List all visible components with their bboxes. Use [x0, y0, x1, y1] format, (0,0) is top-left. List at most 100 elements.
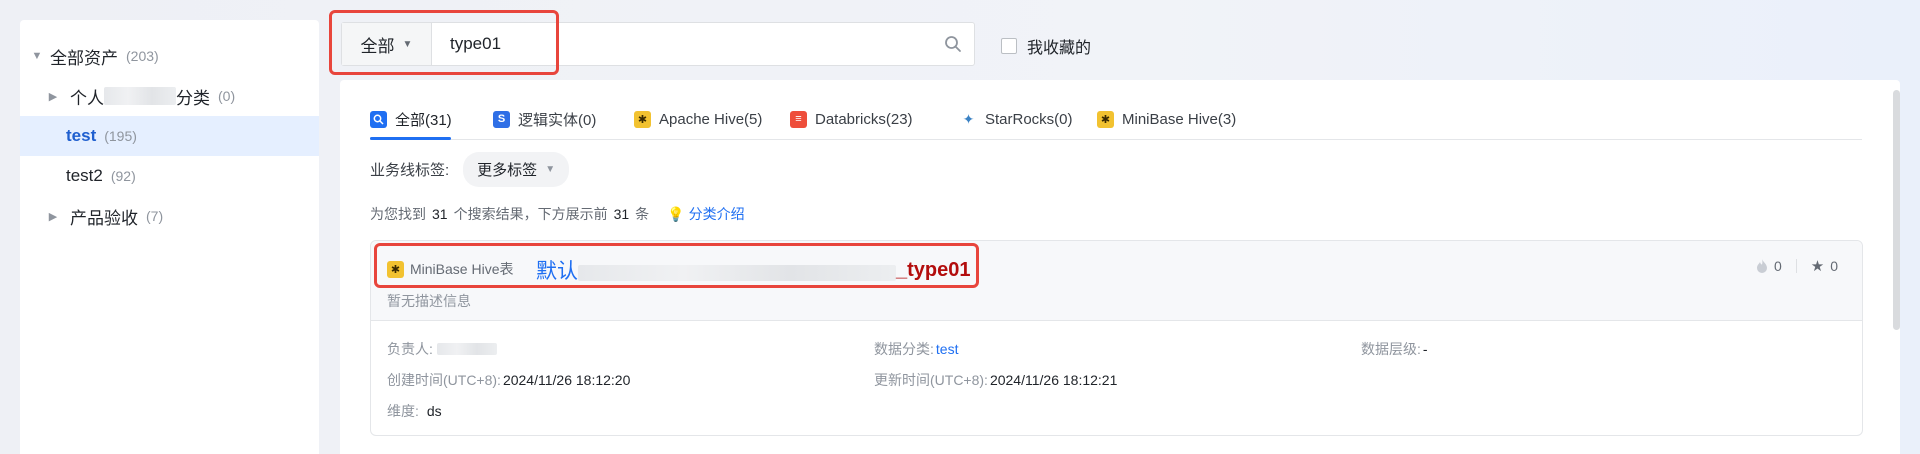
tree-item-label: test2 [66, 166, 103, 185]
tree-item-label: 产品验收 [70, 208, 138, 228]
hive-icon: ✱ [1097, 110, 1114, 128]
created-field: 创建时间(UTC+8): 2024/11/26 18:12:20 [387, 370, 630, 390]
tag-filter: 业务线标签: 更多标签 ▼ [370, 152, 570, 187]
result-summary: 为您找到 31 个搜索结果，下方展示前 31 条 💡 分类介绍 [370, 204, 745, 224]
hot-stat: 0 [1756, 258, 1782, 274]
logical-entity-icon: S [493, 110, 510, 128]
checkbox-box[interactable] [1001, 38, 1017, 54]
created-label: 创建时间(UTC+8): [387, 372, 501, 388]
owner-field: 负责人: [387, 339, 497, 359]
star-count: 0 [1830, 258, 1838, 274]
asset-stats: 0 ★ 0 [1756, 257, 1838, 275]
owner-label: 负责人: [387, 341, 433, 357]
favorites-checkbox[interactable]: 我收藏的 [1001, 34, 1091, 58]
caret-right-icon[interactable]: ▶ [46, 90, 60, 103]
summary-text: 个搜索结果，下方展示前 [453, 206, 608, 222]
search-icon [370, 110, 387, 128]
tree-item-test2[interactable]: test2 (92) [20, 156, 319, 196]
dimension-label: 维度: [387, 403, 419, 419]
source-tabs: 全部(31) S 逻辑实体(0) ✱ Apache Hive(5) ≡ Data… [370, 80, 1862, 140]
dimension-field: 维度: ds [387, 401, 442, 421]
tree-item-label: test [66, 126, 97, 145]
active-tab-indicator [370, 137, 451, 140]
redacted-text [436, 343, 497, 355]
tab-logical-entity[interactable]: S 逻辑实体(0) [493, 108, 596, 130]
search-input[interactable] [432, 23, 932, 65]
scope-dropdown-value: 全部 [360, 36, 395, 56]
scope-dropdown[interactable]: 全部 ▼ [342, 23, 432, 65]
tree-item-count: (203) [126, 48, 159, 64]
summary-total: 31 [432, 206, 448, 222]
tree-item-all-assets[interactable]: ▼ 全部资产 (203) [20, 36, 319, 76]
star-icon[interactable]: ★ [1811, 257, 1824, 275]
lightbulb-icon: 💡 [667, 205, 685, 222]
asset-type-badge: ✱ MiniBase Hive表 [387, 259, 513, 279]
asset-description: 暂无描述信息 [387, 293, 471, 309]
caret-down-icon[interactable]: ▼ [30, 50, 44, 62]
tree-item-count: (0) [218, 88, 236, 104]
category-field: 数据分类: test [874, 339, 958, 359]
redacted-text [104, 87, 176, 105]
tab-databricks[interactable]: ≡ Databricks(23) [790, 108, 913, 130]
favorites-label: 我收藏的 [1027, 40, 1092, 57]
asset-name-keyword: _type01 [896, 258, 971, 281]
category-label: 数据分类: [874, 341, 934, 357]
updated-label: 更新时间(UTC+8): [874, 372, 988, 388]
tab-label: MiniBase Hive(3) [1122, 110, 1237, 128]
summary-shown: 31 [613, 206, 630, 222]
hive-icon: ✱ [634, 110, 651, 128]
caret-right-icon[interactable]: ▶ [46, 210, 60, 223]
starrocks-icon: ✦ [962, 110, 975, 127]
tab-apache-hive[interactable]: ✱ Apache Hive(5) [634, 108, 762, 130]
more-tags-dropdown[interactable]: 更多标签 ▼ [463, 152, 570, 187]
caret-down-icon: ▼ [545, 164, 556, 175]
tab-label: 全部(31) [395, 111, 452, 129]
summary-text: 条 [635, 206, 650, 222]
asset-name-link[interactable]: 默认 _type01 [536, 255, 971, 285]
result-card[interactable]: ✱ MiniBase Hive表 默认 _type01 暂无描述信息 0 ★ 0 [370, 240, 1863, 436]
hive-icon: ✱ [387, 260, 404, 278]
category-intro-label: 分类介绍 [688, 206, 745, 222]
search-icon[interactable] [932, 35, 974, 53]
tree-item-label: 个人 [70, 88, 104, 108]
level-label: 数据层级: [1361, 341, 1421, 357]
tree-item-product-acceptance[interactable]: ▶ 产品验收 (7) [20, 196, 319, 236]
filter-label: 业务线标签: [370, 162, 450, 179]
updated-value: 2024/11/26 18:12:21 [989, 372, 1118, 388]
search-bar: 全部 ▼ [341, 22, 975, 66]
tab-label: Databricks(23) [815, 110, 913, 128]
level-field: 数据层级: - [1361, 339, 1428, 359]
tree-item-personal[interactable]: ▶ 个人 分类 (0) [20, 76, 319, 116]
updated-field: 更新时间(UTC+8): 2024/11/26 18:12:21 [874, 370, 1117, 390]
summary-text: 为您找到 [370, 206, 426, 222]
divider [1795, 259, 1797, 273]
tab-all[interactable]: 全部(31) [370, 108, 452, 130]
created-value: 2024/11/26 18:12:20 [502, 372, 631, 388]
tab-label: 逻辑实体(0) [518, 111, 597, 129]
tree-item-count: (195) [104, 128, 137, 144]
results-scrollbar[interactable] [1893, 90, 1900, 330]
tab-label: StarRocks(0) [985, 110, 1073, 128]
category-intro-link[interactable]: 💡 分类介绍 [667, 204, 744, 224]
tree-item-label: 全部资产 [50, 48, 118, 68]
tree-item-test[interactable]: test (195) [20, 116, 319, 156]
tab-label: Apache Hive(5) [659, 110, 763, 128]
category-value[interactable]: test [936, 341, 959, 357]
tree-item-label: 分类 [176, 88, 210, 108]
more-tags-label: 更多标签 [477, 162, 538, 179]
databricks-icon: ≡ [790, 110, 807, 128]
asset-type-label: MiniBase Hive表 [410, 261, 514, 277]
results-panel: 全部(31) S 逻辑实体(0) ✱ Apache Hive(5) ≡ Data… [340, 80, 1900, 454]
star-stat[interactable]: ★ 0 [1811, 257, 1838, 275]
level-value: - [1422, 341, 1428, 357]
asset-name-prefix: 默认 [536, 260, 578, 283]
tree-item-count: (92) [110, 168, 136, 184]
flame-icon [1756, 259, 1767, 273]
redacted-text [578, 265, 896, 281]
tab-minibase-hive[interactable]: ✱ MiniBase Hive(3) [1097, 108, 1236, 130]
dimension-value: ds [426, 403, 442, 419]
hot-count: 0 [1773, 258, 1782, 274]
tab-starrocks[interactable]: ✦ StarRocks(0) [960, 108, 1073, 130]
result-card-header: ✱ MiniBase Hive表 默认 _type01 暂无描述信息 0 ★ 0 [371, 241, 1862, 321]
tree-item-count: (7) [146, 208, 164, 224]
